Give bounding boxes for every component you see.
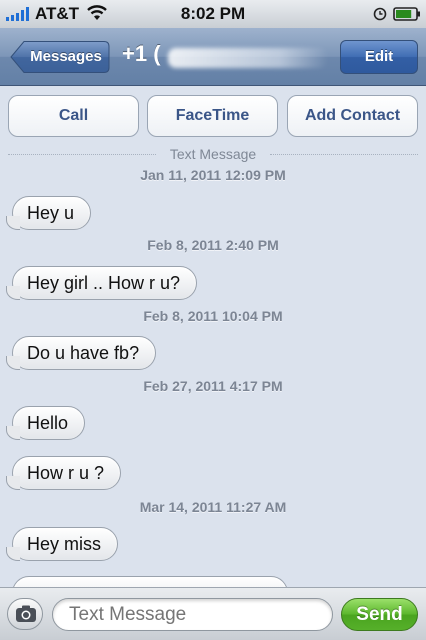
battery-icon — [393, 7, 420, 21]
message-text: Hello — [27, 413, 69, 433]
status-bar: AT&T 8:02 PM — [0, 0, 426, 28]
message-timestamp: Feb 8, 2011 2:40 PM — [147, 237, 279, 253]
message-timestamp: Jan 11, 2011 12:09 PM — [140, 167, 286, 183]
back-button-label: Messages — [30, 48, 102, 65]
thread-header: Text Message — [0, 146, 426, 162]
message-bubble[interactable]: How r u ? — [6, 456, 122, 490]
message-text: Hey girl .. How r u? — [27, 273, 181, 293]
alarm-clock-icon — [373, 7, 387, 21]
message-bubble[interactable]: Hello — [6, 406, 86, 440]
messages-back-button[interactable]: Messages — [10, 40, 110, 74]
clock: 8:02 PM — [180, 4, 246, 23]
message-bubble[interactable]: Hey miss — [6, 527, 119, 561]
divider — [270, 154, 418, 155]
message-bubble[interactable]: Hey girl .. How r u? — [6, 266, 198, 300]
call-button[interactable]: Call — [8, 95, 139, 137]
message-text: How r u ? — [27, 463, 105, 483]
message-input[interactable] — [52, 598, 333, 631]
send-button[interactable]: Send — [341, 598, 418, 631]
bubble-tail — [6, 356, 20, 370]
bubble-tail — [6, 286, 20, 300]
message-text: Hey u — [27, 203, 75, 223]
add-contact-button[interactable]: Add Contact — [287, 95, 418, 137]
edit-button[interactable]: Edit — [340, 40, 418, 74]
message-text: Hey miss — [27, 534, 102, 554]
camera-button[interactable] — [7, 598, 43, 630]
bubble-tail — [6, 547, 20, 561]
bubble-tail — [6, 216, 20, 230]
navigation-bar: Messages +1 ( Edit — [0, 28, 426, 86]
message-timestamp: Mar 14, 2011 11:27 AM — [139, 499, 287, 515]
bubble-tail — [6, 476, 20, 490]
message-timestamp: Feb 27, 2011 4:17 PM — [143, 378, 283, 394]
redacted-phone-number — [168, 48, 328, 68]
message-text: Do u have fb? — [27, 343, 140, 363]
message-timestamp: Feb 8, 2011 10:04 PM — [143, 308, 283, 324]
message-bubble[interactable]: Do u have fb? — [6, 336, 157, 370]
camera-icon — [16, 605, 36, 622]
compose-bar: Send — [0, 587, 426, 640]
conversation-title: +1 ( — [122, 41, 161, 66]
facetime-button[interactable]: FaceTime — [147, 95, 278, 137]
bubble-tail — [6, 426, 20, 440]
message-bubble[interactable]: Hey u — [6, 196, 92, 230]
